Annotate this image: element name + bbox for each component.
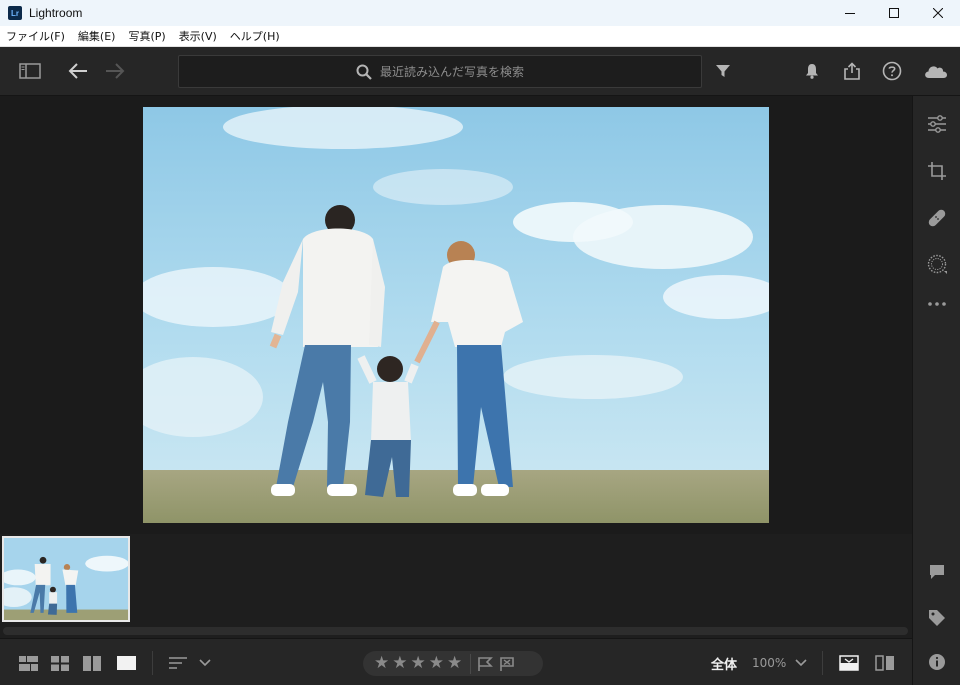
filmstrip: [0, 534, 912, 638]
comment-icon: [930, 565, 944, 579]
filter-icon: [716, 65, 730, 77]
search-icon: [356, 64, 372, 80]
star-3[interactable]: ★: [411, 655, 426, 672]
filmstrip-toggle-button[interactable]: [838, 652, 860, 674]
bottom-toolbar: ★ ★ ★ ★ ★ 全体 100%: [0, 638, 912, 685]
notifications-button[interactable]: [800, 59, 824, 83]
square-grid-icon: [51, 655, 69, 671]
help-button[interactable]: [880, 59, 904, 83]
masking-button[interactable]: [925, 252, 949, 276]
chevron-down-icon: [199, 659, 211, 667]
before-after-icon: [875, 655, 894, 671]
close-button[interactable]: [916, 0, 960, 26]
search-input[interactable]: 最近読み込んだ写真を検索: [178, 55, 702, 88]
photo-grid-icon: [18, 655, 38, 671]
filmstrip-scrollbar[interactable]: [3, 627, 908, 635]
menu-view[interactable]: 表示(V): [173, 28, 224, 44]
menu-help[interactable]: ヘルプ(H): [224, 28, 287, 44]
star-4[interactable]: ★: [429, 655, 444, 672]
info-icon: [929, 654, 945, 670]
star-2[interactable]: ★: [392, 655, 407, 672]
maximize-button[interactable]: [872, 0, 916, 26]
cloud-sync-button[interactable]: [922, 59, 950, 83]
zoom-percent[interactable]: 100%: [752, 656, 786, 670]
minimize-button[interactable]: [828, 0, 872, 26]
more-dots-icon: [928, 302, 946, 306]
toolbar-divider: [822, 651, 823, 675]
pick-flag-icon[interactable]: [477, 656, 494, 671]
tag-icon: [929, 610, 945, 626]
zoom-dropdown-button[interactable]: [794, 652, 808, 674]
arrow-right-icon: [106, 63, 125, 79]
reject-flag-icon[interactable]: [499, 656, 515, 671]
mask-icon: [927, 254, 947, 274]
title-bar: Lr Lightroom: [0, 0, 960, 26]
bandage-icon: [928, 209, 946, 227]
arrow-left-icon: [68, 63, 87, 79]
menu-bar: ファイル(F) 編集(E) 写真(P) 表示(V) ヘルプ(H): [0, 26, 960, 47]
cloud-icon: [925, 66, 948, 78]
more-tools-button[interactable]: [925, 292, 949, 316]
menu-photo[interactable]: 写真(P): [122, 28, 172, 44]
bell-icon: [806, 64, 818, 79]
top-toolbar: 最近読み込んだ写真を検索: [0, 47, 960, 96]
share-icon: [844, 62, 860, 80]
forward-button[interactable]: [103, 59, 127, 83]
filter-button[interactable]: [711, 59, 735, 83]
edit-tools-panel: [912, 96, 960, 685]
photo-viewer: [0, 96, 912, 534]
chevron-down-icon: [795, 659, 807, 667]
compare-icon: [83, 655, 101, 671]
sort-lines-icon: [169, 657, 187, 669]
info-button[interactable]: [925, 650, 949, 674]
sidebar-panel-icon: [19, 63, 41, 79]
comments-button[interactable]: [925, 560, 949, 584]
lightroom-logo-icon: Lr: [8, 6, 22, 20]
star-5[interactable]: ★: [447, 655, 462, 672]
single-photo-icon: [116, 656, 136, 670]
keywords-button[interactable]: [925, 606, 949, 630]
app-title: Lightroom: [29, 6, 83, 20]
minimize-icon: [845, 13, 855, 14]
healing-button[interactable]: [925, 206, 949, 230]
main-photo[interactable]: [143, 107, 769, 523]
sort-button[interactable]: [166, 652, 214, 674]
star-1[interactable]: ★: [374, 655, 389, 672]
menu-edit[interactable]: 編集(E): [72, 28, 123, 44]
family-photo-image: [143, 107, 769, 523]
toolbar-divider: [152, 651, 153, 675]
detail-view-button[interactable]: [115, 652, 137, 674]
window-controls: [828, 0, 960, 26]
crop-rotate-icon: [928, 162, 946, 180]
menu-file[interactable]: ファイル(F): [0, 28, 72, 44]
close-icon: [933, 8, 943, 18]
panel-toggle-button[interactable]: [18, 59, 42, 83]
photo-grid-view-button[interactable]: [18, 652, 38, 674]
rating-divider: [470, 653, 472, 674]
filmstrip-icon: [839, 655, 859, 671]
before-after-button[interactable]: [874, 652, 896, 674]
sliders-icon: [928, 115, 946, 133]
compare-view-button[interactable]: [82, 652, 102, 674]
crop-button[interactable]: [925, 159, 949, 183]
square-grid-view-button[interactable]: [50, 652, 70, 674]
back-button[interactable]: [66, 59, 90, 83]
zoom-fit-button[interactable]: 全体: [711, 654, 737, 673]
search-placeholder: 最近読み込んだ写真を検索: [379, 65, 524, 79]
edit-button[interactable]: [925, 112, 949, 136]
share-button[interactable]: [840, 59, 864, 83]
help-icon: [882, 61, 902, 81]
maximize-icon: [889, 8, 899, 18]
rating-flag-bar: ★ ★ ★ ★ ★: [363, 651, 543, 676]
filmstrip-thumbnail[interactable]: [2, 536, 130, 622]
thumbnail-image: [4, 538, 128, 620]
